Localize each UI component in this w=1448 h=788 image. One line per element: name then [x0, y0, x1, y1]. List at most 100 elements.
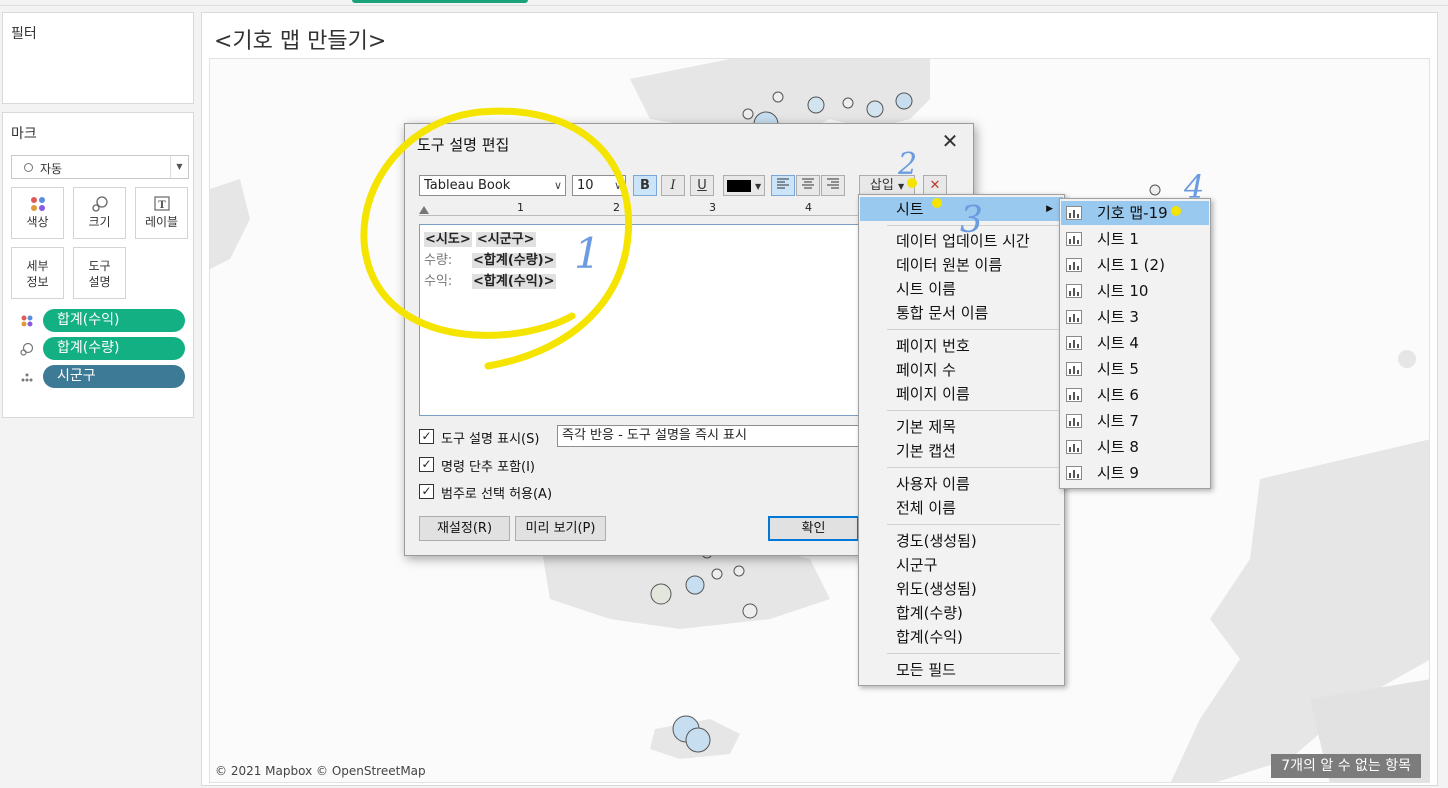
show-tooltip-checkbox[interactable]: ✓: [419, 429, 434, 444]
detail-button[interactable]: 세부 정보: [11, 247, 64, 299]
marks-title: 마크: [11, 126, 37, 142]
size-button[interactable]: 크기: [73, 187, 126, 239]
ok-button[interactable]: 확인: [768, 516, 859, 541]
submenu-item-label: 시트 1: [1097, 230, 1139, 248]
font-size-select[interactable]: 10 ∨: [572, 175, 626, 196]
menu-item[interactable]: 데이터 업데이트 시간: [860, 229, 1063, 253]
tooltip-timing-select[interactable]: 즉각 반응 - 도구 설명을 즉시 표시: [557, 425, 877, 447]
menu-item[interactable]: 시트 이름: [860, 277, 1063, 301]
allow-legend-checkbox[interactable]: ✓: [419, 484, 434, 499]
bar-chart-icon: [1066, 466, 1082, 480]
align-center-button[interactable]: [796, 175, 820, 196]
mark-type-dropdown[interactable]: 자동 ▼: [11, 155, 189, 179]
submenu-item-sheet[interactable]: 기호 맵-19: [1061, 201, 1209, 225]
menu-item-label: 시트: [896, 200, 924, 218]
bar-chart-icon: [1066, 388, 1082, 402]
menu-item[interactable]: 전체 이름: [860, 496, 1063, 520]
bar-chart-icon: [1066, 284, 1082, 298]
field-sum-quantity: <합계(수량)>: [472, 253, 556, 268]
bar-chart-icon: [1066, 206, 1082, 220]
submenu-item-sheet[interactable]: 시트 1: [1061, 227, 1209, 251]
pill-sum-quantity[interactable]: 합계(수량): [43, 337, 185, 360]
menu-separator: [887, 467, 1060, 468]
menu-separator: [887, 524, 1060, 525]
align-left-button[interactable]: [771, 175, 795, 196]
ruler[interactable]: 1 2 3 4: [419, 201, 859, 216]
menu-item[interactable]: 데이터 원본 이름: [860, 253, 1063, 277]
reset-button[interactable]: 재설정(R): [419, 516, 510, 541]
insert-button[interactable]: 삽입 ▼: [859, 175, 915, 196]
filters-shelf[interactable]: 필터: [2, 12, 194, 104]
pill-sigungu[interactable]: 시군구: [43, 365, 185, 388]
submenu-item-sheet[interactable]: 시트 9: [1061, 461, 1209, 485]
menu-item[interactable]: 페이지 수: [860, 358, 1063, 382]
field-sum-profit: <합계(수익)>: [472, 274, 556, 289]
size-icon: [20, 342, 34, 356]
menu-item[interactable]: 사용자 이름: [860, 472, 1063, 496]
bar-chart-icon: [1066, 414, 1082, 428]
menu-item[interactable]: 합계(수익): [860, 625, 1063, 649]
align-right-button[interactable]: [821, 175, 845, 196]
bar-chart-icon: [1066, 310, 1082, 324]
submenu-item-label: 시트 5: [1097, 360, 1139, 378]
tooltip-button[interactable]: 도구 설명: [73, 247, 126, 299]
menu-item[interactable]: 기본 제목: [860, 415, 1063, 439]
ruler-num: 3: [709, 201, 716, 214]
menu-item[interactable]: 모든 필드: [860, 658, 1063, 682]
submenu-item-sheet[interactable]: 시트 4: [1061, 331, 1209, 355]
bar-chart-icon: [1066, 336, 1082, 350]
menu-item[interactable]: 페이지 번호: [860, 334, 1063, 358]
color-dots-icon: [30, 197, 45, 211]
font-family-select[interactable]: Tableau Book ∨: [419, 175, 566, 196]
menu-item[interactable]: 페이지 이름: [860, 382, 1063, 406]
close-icon[interactable]: ✕: [939, 130, 961, 152]
submenu-item-sheet[interactable]: 시트 10: [1061, 279, 1209, 303]
menu-separator: [887, 653, 1060, 654]
submenu-item-sheet[interactable]: 시트 3: [1061, 305, 1209, 329]
menu-item-sheet[interactable]: 시트 ▶: [860, 197, 1063, 221]
underline-button[interactable]: U: [690, 175, 714, 196]
label-button[interactable]: T 레이블: [135, 187, 188, 239]
submenu-item-sheet[interactable]: 시트 7: [1061, 409, 1209, 433]
insert-menu: 시트 ▶ 데이터 업데이트 시간 데이터 원본 이름 시트 이름 통합 문서 이…: [858, 194, 1065, 686]
color-button[interactable]: 색상: [11, 187, 64, 239]
menu-item[interactable]: 기본 캡션: [860, 439, 1063, 463]
menu-item[interactable]: 합계(수량): [860, 601, 1063, 625]
active-tab-indicator[interactable]: [352, 0, 528, 3]
chevron-down-icon: ▼: [170, 156, 188, 178]
submenu-item-label: 시트 7: [1097, 412, 1139, 430]
include-commands-checkbox[interactable]: ✓: [419, 457, 434, 472]
insert-label: 삽입: [869, 178, 894, 193]
indent-marker-icon[interactable]: [419, 206, 429, 214]
menu-separator: [887, 329, 1060, 330]
submenu-item-sheet[interactable]: 시트 5: [1061, 357, 1209, 381]
bar-chart-icon: [1066, 258, 1082, 272]
top-strip: [0, 0, 1448, 6]
label-icon: T: [153, 196, 170, 211]
menu-item[interactable]: 통합 문서 이름: [860, 301, 1063, 325]
submenu-item-sheet[interactable]: 시트 8: [1061, 435, 1209, 459]
editor-line-2: 수량: <합계(수량)>: [424, 250, 862, 271]
font-color-button[interactable]: ▼: [723, 175, 765, 196]
submenu-item-sheet[interactable]: 시트 1 (2): [1061, 253, 1209, 277]
label-label: 레이블: [144, 215, 179, 229]
italic-button[interactable]: I: [661, 175, 685, 196]
clear-icon[interactable]: ✕: [923, 175, 947, 196]
menu-item[interactable]: 경도(생성됨): [860, 529, 1063, 553]
submenu-item-sheet[interactable]: 시트 6: [1061, 383, 1209, 407]
menu-item[interactable]: 위도(생성됨): [860, 577, 1063, 601]
tooltip-label: 도구 설명: [88, 259, 111, 289]
detail-dots-icon: [21, 373, 33, 382]
tooltip-editor[interactable]: <시도> <시군구> 수량: <합계(수량)> 수익: <합계(수익)>: [419, 224, 867, 416]
menu-separator: [887, 410, 1060, 411]
unknown-items-badge[interactable]: 7개의 알 수 없는 항목: [1271, 754, 1421, 778]
menu-separator: [887, 225, 1060, 226]
menu-item[interactable]: 시군구: [860, 553, 1063, 577]
color-swatch: [726, 179, 751, 192]
bold-button[interactable]: B: [633, 175, 657, 196]
chevron-down-icon: ∨: [613, 179, 622, 192]
pill-sum-profit[interactable]: 합계(수익): [43, 309, 185, 332]
map-attribution[interactable]: © 2021 Mapbox © OpenStreetMap: [215, 764, 426, 778]
chevron-down-icon: ∨: [553, 179, 562, 192]
preview-button[interactable]: 미리 보기(P): [515, 516, 606, 541]
